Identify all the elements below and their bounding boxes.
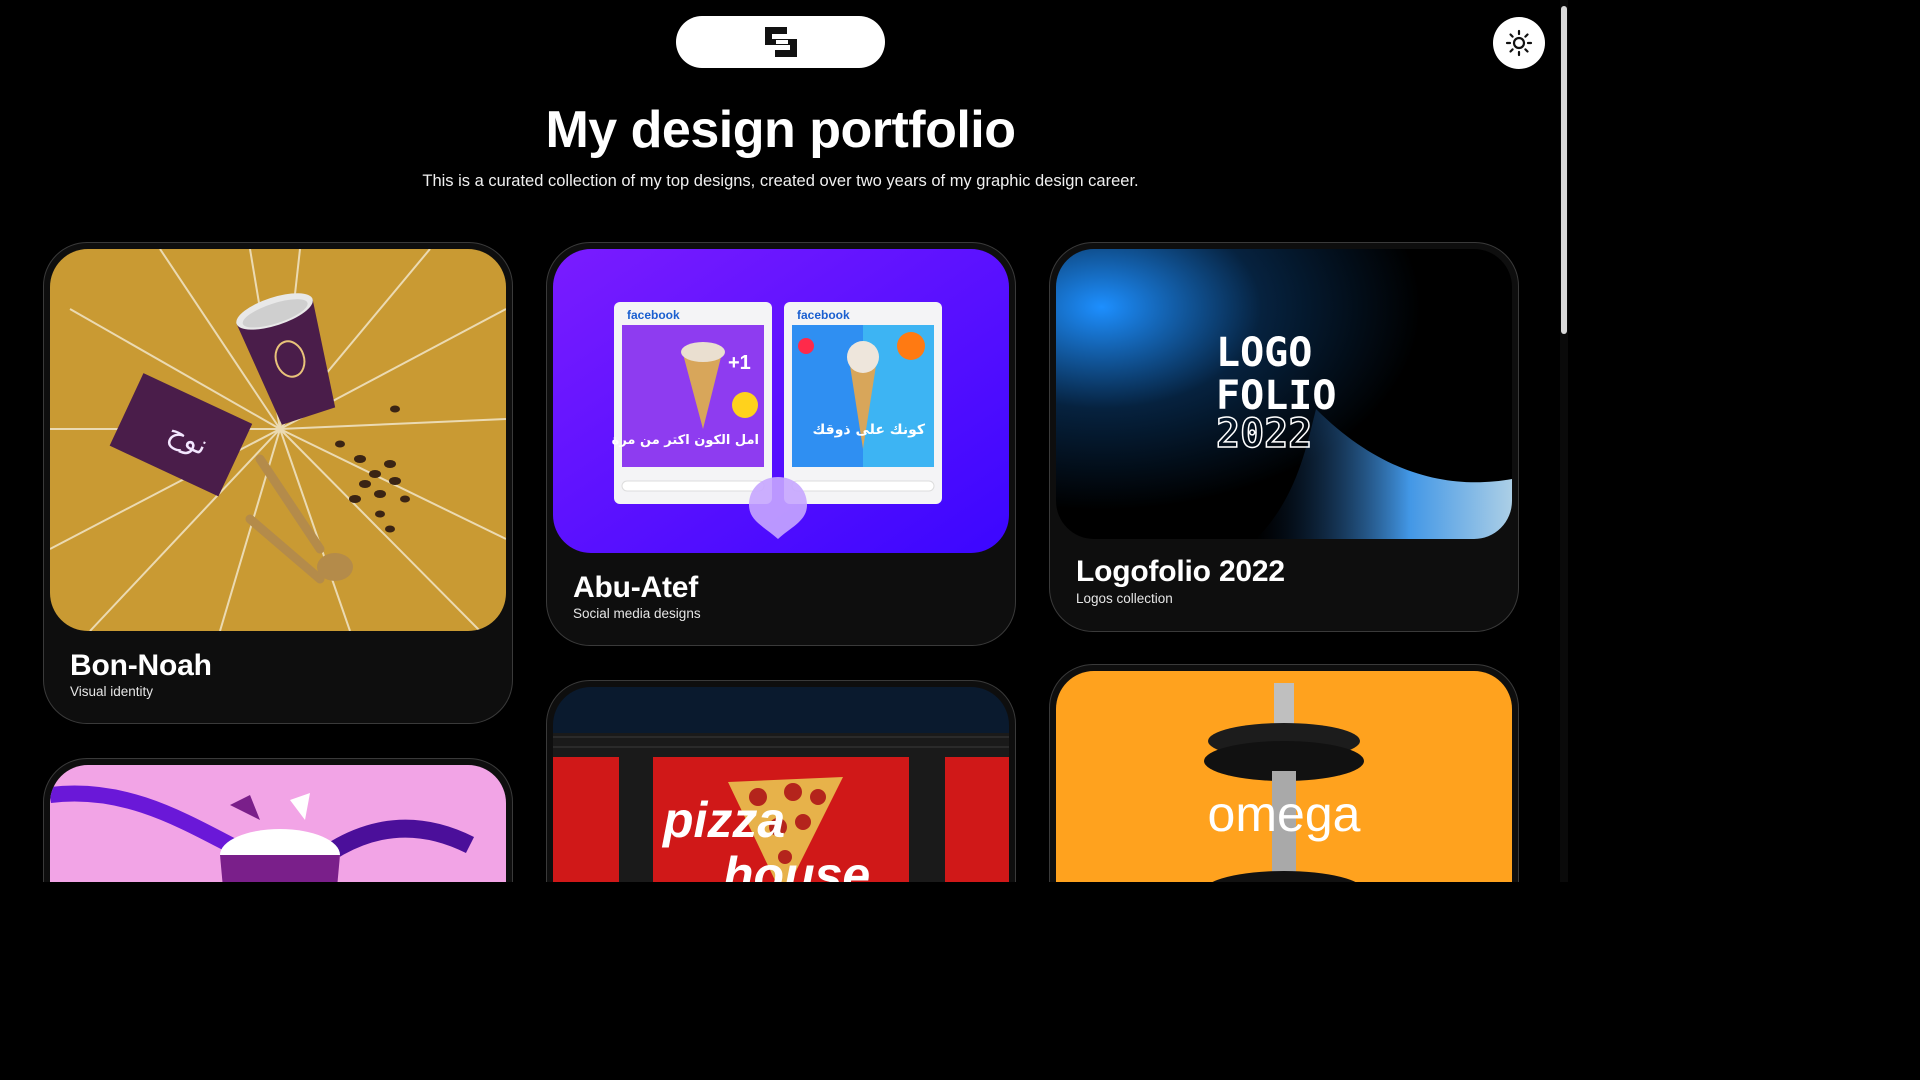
theme-toggle-button[interactable]: [1493, 17, 1545, 69]
project-subtitle: Social media designs: [573, 606, 701, 621]
sun-icon: [1505, 29, 1533, 57]
project-image: omega: [1056, 671, 1512, 882]
project-card-abu-atef[interactable]: facebook +1 امل الكون اكتر من مرة facebo…: [546, 242, 1016, 646]
mockup-brand-1: facebook: [627, 308, 680, 322]
project-image: pizza house: [553, 687, 1009, 882]
logofolio-word-3: 2022: [1216, 411, 1312, 457]
project-image: نوح: [50, 249, 506, 631]
scrollbar-thumb[interactable]: [1561, 6, 1567, 334]
project-subtitle: Visual identity: [70, 684, 154, 699]
scrollbar[interactable]: [1560, 0, 1568, 882]
page-subtitle: This is a curated collection of my top d…: [422, 172, 1139, 190]
project-title: Bon-Noah: [70, 649, 212, 682]
logofolio-word-1: LOGO: [1216, 330, 1312, 376]
project-card-bon-noah[interactable]: نوح Bon-Noah Visual identity: [43, 242, 513, 724]
project-card-logofolio-2022[interactable]: LOGO FOLIO 2022 Logofolio 2022 Logos col…: [1049, 242, 1519, 632]
project-subtitle: Logos collection: [1076, 591, 1173, 606]
mockup-headline-2: كونك على ذوقك: [813, 422, 926, 438]
mockup-badge: +1: [728, 352, 751, 374]
home-logo-button[interactable]: [676, 16, 885, 68]
project-card-omega[interactable]: omega: [1049, 664, 1519, 882]
project-card-pink[interactable]: [43, 758, 513, 882]
page-title: My design portfolio: [545, 101, 1016, 159]
studio-logo-icon: [764, 27, 797, 57]
pizza-word-2: house: [723, 847, 870, 882]
omega-word: omega: [1208, 786, 1361, 842]
project-image: LOGO FOLIO 2022: [1056, 249, 1512, 539]
project-title: Abu-Atef: [573, 571, 699, 604]
mockup-brand-2: facebook: [797, 308, 850, 322]
project-card-pizza-house[interactable]: pizza house: [546, 680, 1016, 882]
project-title: Logofolio 2022: [1076, 555, 1285, 588]
project-image: [50, 765, 506, 882]
mockup-headline-1: امل الكون اكتر من مرة: [612, 433, 759, 448]
pizza-word-1: pizza: [661, 792, 785, 848]
project-image: facebook +1 امل الكون اكتر من مرة facebo…: [553, 249, 1009, 553]
portfolio-page: My design portfolio This is a curated co…: [0, 0, 1568, 882]
